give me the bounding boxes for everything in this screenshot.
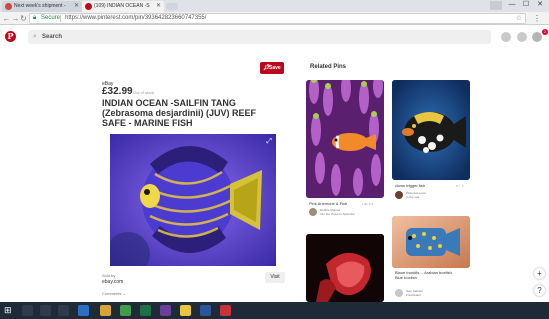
search-input[interactable]: ⌕ Search bbox=[28, 30, 491, 44]
sticky-notes-icon[interactable] bbox=[180, 305, 191, 316]
visit-button[interactable]: Visit bbox=[265, 272, 285, 283]
edge-icon[interactable] bbox=[78, 305, 89, 316]
close-tab-icon[interactable]: ✕ bbox=[74, 1, 79, 12]
taskbar: ⊞ bbox=[0, 302, 549, 319]
sailfin-tang-image bbox=[110, 134, 276, 266]
search-taskbar-icon[interactable] bbox=[22, 305, 33, 316]
new-tab-button[interactable] bbox=[166, 3, 178, 10]
app-icon[interactable] bbox=[220, 305, 231, 316]
tab-strip: Next week's shipment - ✕ (109) INDIAN OC… bbox=[0, 0, 549, 12]
save-button[interactable]: 📌︎ Save bbox=[260, 62, 284, 74]
comments-toggle[interactable]: Comments ⌄ bbox=[102, 291, 126, 296]
related-pin-title[interactable]: Blaue trunkfis… Arabian boxfish. Blue bo… bbox=[395, 270, 455, 280]
address-bar[interactable]: 🔒︎ Secure https://www.pinterest.com/pin/… bbox=[29, 13, 526, 24]
explore-icon[interactable] bbox=[501, 32, 511, 42]
windows-start-icon[interactable]: ⊞ bbox=[4, 306, 12, 315]
related-pin-title[interactable]: clown trigger fish bbox=[395, 183, 425, 188]
pinterest-icon bbox=[85, 3, 92, 10]
related-pin-title[interactable]: Pink Anemone & Fish bbox=[309, 201, 347, 206]
divider bbox=[60, 15, 61, 22]
pinner-avatar[interactable] bbox=[309, 208, 317, 216]
close-window-button[interactable]: ✕ bbox=[533, 0, 547, 10]
sold-by-source[interactable]: ebay.com bbox=[102, 279, 123, 285]
boxfish-image bbox=[392, 216, 470, 268]
profile-avatar-icon[interactable] bbox=[517, 32, 527, 42]
pinner-board[interactable]: Into the Ocean's Splendor bbox=[320, 212, 355, 216]
reload-icon[interactable]: ↻ bbox=[19, 13, 28, 24]
notification-badge: 2 bbox=[542, 29, 548, 35]
task-view-icon[interactable] bbox=[40, 305, 51, 316]
related-pin-image[interactable] bbox=[306, 80, 384, 198]
related-pin-image[interactable] bbox=[306, 234, 384, 302]
chrome-icon[interactable] bbox=[120, 305, 131, 316]
pin-icon: 📌︎ bbox=[263, 65, 271, 71]
search-placeholder: Search bbox=[42, 34, 63, 40]
related-pin-image[interactable] bbox=[392, 80, 470, 180]
clown-triggerfish-image bbox=[392, 80, 470, 180]
search-icon: ⌕ bbox=[33, 33, 37, 40]
url-text: https://www.pinterest.com/pin/3936428236… bbox=[65, 15, 207, 21]
secure-label: Secure bbox=[41, 15, 61, 21]
pin-image[interactable]: ⤢ bbox=[110, 134, 276, 266]
anemone-image bbox=[306, 80, 384, 198]
related-pin-image[interactable] bbox=[392, 216, 470, 268]
gmail-icon bbox=[5, 3, 12, 10]
folder-icon[interactable] bbox=[100, 305, 111, 316]
help-button[interactable]: ? bbox=[534, 285, 545, 296]
profile-icon[interactable] bbox=[490, 1, 502, 10]
add-pin-button[interactable]: + bbox=[534, 268, 545, 279]
word-icon[interactable] bbox=[200, 305, 211, 316]
tab-next-weeks-shipment[interactable]: Next week's shipment - ✕ bbox=[2, 1, 82, 12]
messages-icon[interactable] bbox=[532, 32, 542, 42]
bookmark-star-icon[interactable]: ☆ bbox=[516, 14, 522, 23]
browser-toolbar: ← → ↻ 🔒︎ Secure https://www.pinterest.co… bbox=[0, 12, 549, 25]
maximize-button[interactable]: ☐ bbox=[519, 0, 533, 10]
related-pin-meta: 5 ♡ 1 bbox=[456, 184, 464, 188]
betta-fish-image bbox=[306, 234, 384, 302]
browser-menu-icon[interactable]: ⋮ bbox=[533, 13, 541, 24]
pin-price: £32.99 bbox=[102, 86, 133, 97]
pinner-avatar[interactable] bbox=[395, 191, 403, 199]
file-explorer-icon[interactable] bbox=[58, 305, 69, 316]
onenote-icon[interactable] bbox=[160, 305, 171, 316]
related-pin-meta: 1.8k ⚲ 3 bbox=[362, 202, 374, 206]
pinterest-logo-icon[interactable]: P bbox=[5, 31, 16, 42]
pinner-board[interactable]: In the sea bbox=[406, 195, 419, 199]
stock-status: Out of stock bbox=[133, 90, 155, 95]
sold-by-label: Sold by bbox=[102, 273, 116, 278]
minimize-button[interactable]: — bbox=[505, 0, 519, 10]
related-pins-heading: Related Pins bbox=[310, 64, 347, 70]
pinner-board[interactable]: Freshwater bbox=[406, 293, 421, 297]
pinner-avatar[interactable] bbox=[395, 289, 403, 297]
excel-icon[interactable] bbox=[140, 305, 151, 316]
tab-label: (109) INDIAN OCEAN -S bbox=[94, 3, 150, 9]
pin-title[interactable]: INDIAN OCEAN -SAILFIN TANG (Zebrasoma de… bbox=[102, 98, 272, 128]
tab-label: Next week's shipment - bbox=[14, 3, 66, 9]
back-icon[interactable]: ← bbox=[2, 13, 11, 24]
tab-pinterest[interactable]: (109) INDIAN OCEAN -S ✕ bbox=[82, 1, 164, 12]
pinterest-header: P ⌕ Search 2 bbox=[0, 26, 549, 48]
expand-icon[interactable]: ⤢ bbox=[266, 138, 272, 146]
close-tab-icon[interactable]: ✕ bbox=[156, 1, 161, 12]
lock-icon: 🔒︎ bbox=[33, 15, 37, 21]
